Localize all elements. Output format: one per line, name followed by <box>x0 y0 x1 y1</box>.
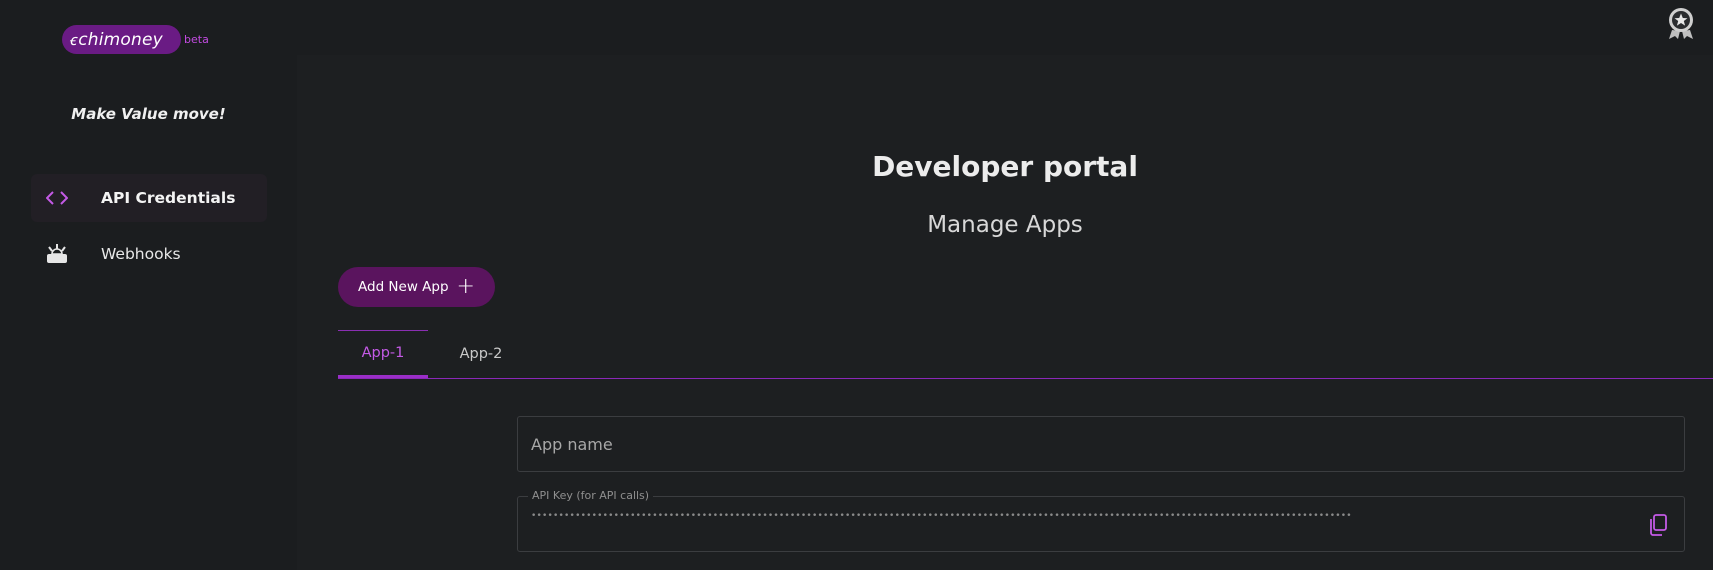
plus-icon: + <box>456 274 475 299</box>
copy-icon[interactable] <box>1648 514 1668 536</box>
chimoney-logo-icon: ꞓ <box>69 30 77 49</box>
api-key-label: API Key (for API calls) <box>528 489 654 502</box>
brand-logo[interactable]: ꞓ chimoney beta <box>62 25 209 54</box>
sidebar-item-webhooks[interactable]: Webhooks <box>31 230 267 278</box>
tab-app-1[interactable]: App-1 <box>338 330 428 378</box>
api-key-field[interactable]: API Key (for API calls) ••••••••••••••••… <box>517 489 1685 552</box>
add-new-app-label: Add New App <box>358 279 449 295</box>
beta-badge: beta <box>184 33 209 46</box>
app-name-field[interactable] <box>517 416 1685 472</box>
app-tabs: App-1 App-2 <box>338 330 534 378</box>
add-new-app-button[interactable]: Add New App + <box>338 267 495 307</box>
logo-pill: ꞓ chimoney <box>62 25 181 54</box>
code-brackets-icon <box>46 191 68 205</box>
main-panel <box>297 55 1713 570</box>
tab-app-2[interactable]: App-2 <box>428 330 534 378</box>
award-badge-icon[interactable] <box>1667 6 1695 40</box>
sidebar-item-label: Webhooks <box>101 245 181 263</box>
app-name-input[interactable] <box>518 417 1684 471</box>
sidebar-item-api-credentials[interactable]: API Credentials <box>31 174 267 222</box>
brand-name: chimoney <box>78 29 163 50</box>
api-key-value[interactable]: ••••••••••••••••••••••••••••••••••••••••… <box>531 511 1351 521</box>
sidebar: ꞓ chimoney beta Make Value move! API Cre… <box>0 0 297 570</box>
page-subtitle: Manage Apps <box>927 212 1083 238</box>
sidebar-item-label: API Credentials <box>101 189 236 207</box>
tagline: Make Value move! <box>71 105 226 123</box>
webhook-icon <box>46 244 68 264</box>
tabs-divider <box>338 378 1713 379</box>
page-title: Developer portal <box>872 150 1138 183</box>
